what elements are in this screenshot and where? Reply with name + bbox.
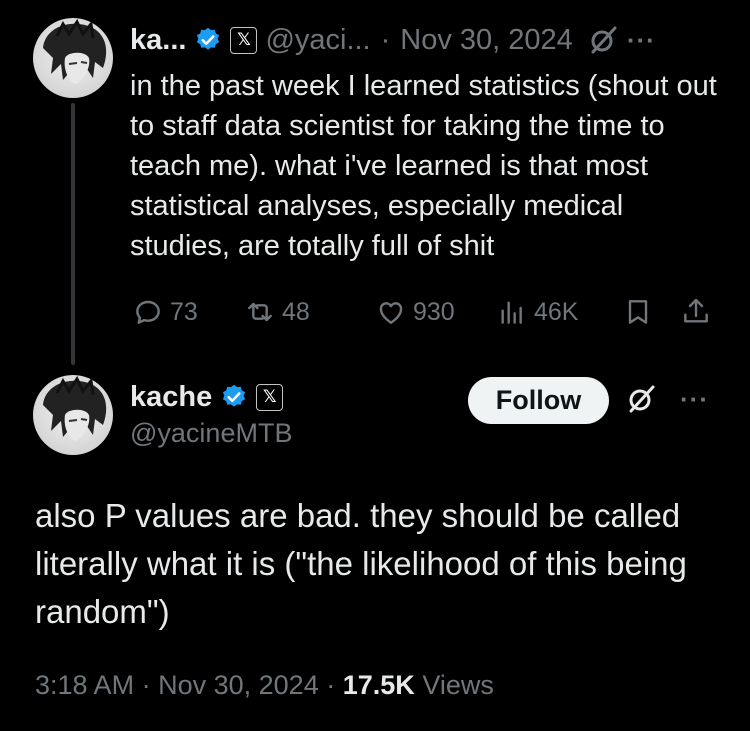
avatar-anime-portrait-icon [43,376,107,441]
grok-icon[interactable] [625,383,657,415]
tweet1-text: in the past week I learned statistics (s… [130,70,717,262]
author-handle[interactable]: @yaci... [265,24,370,57]
repost-count: 48 [282,297,310,326]
views-label: Views [422,670,494,700]
repost-icon [248,302,272,322]
author-handle[interactable]: @yacineMTB [130,418,292,449]
tweet1-header: ka... 𝕏 @yaci... · Nov 30, 2024 ··· [130,20,730,60]
avatar-anime-portrait-icon [43,19,107,84]
share-icon [684,298,708,323]
separator-dot: · [141,670,151,700]
avatar[interactable] [33,18,113,98]
like-count: 930 [413,297,455,326]
avatar[interactable] [33,375,113,455]
tweet1-action-bar: 73 48 930 46K [132,292,722,332]
thread-connector-line [71,103,75,365]
author-name[interactable]: ka... [130,24,186,57]
like-icon [379,302,403,324]
tweet-time[interactable]: 3:18 AM [35,670,134,700]
tweet-date[interactable]: Nov 30, 2024 [400,24,573,57]
share-button[interactable] [680,292,712,332]
verified-badge-icon [197,27,220,50]
more-icon[interactable]: ··· [680,386,709,412]
views-count: 17.5K [342,670,415,700]
separator-dot: · [380,23,391,56]
reply-count: 73 [170,297,198,326]
repost-button[interactable]: 48 [244,292,310,332]
reply-icon [136,300,160,324]
reply-button[interactable]: 73 [132,292,198,332]
tweet2-text: also P values are bad. they should be ca… [35,497,687,630]
views-icon [501,301,522,324]
like-button[interactable]: 930 [375,292,455,332]
tweet-date[interactable]: Nov 30, 2024 [158,670,319,700]
tweet2-meta: 3:18 AM · Nov 30, 2024 · 17.5K Views [35,670,494,701]
separator-dot: · [326,670,336,700]
x-affiliate-badge-icon: 𝕏 [230,26,258,54]
more-icon[interactable]: ··· [627,27,656,53]
tweet2-author-row: kache 𝕏 [130,378,284,416]
x-affiliate-badge-icon: 𝕏 [256,383,284,411]
bookmark-icon [628,300,648,324]
views-count: 46K [534,297,579,326]
follow-button[interactable]: Follow [468,377,609,424]
tweet-thread: ka... 𝕏 @yaci... · Nov 30, 2024 ··· in t… [0,0,750,731]
author-name[interactable]: kache [130,381,212,414]
verified-badge-icon [223,384,246,407]
bookmark-button[interactable] [622,292,654,332]
views-button[interactable]: 46K [496,292,578,332]
grok-icon[interactable] [587,24,619,56]
